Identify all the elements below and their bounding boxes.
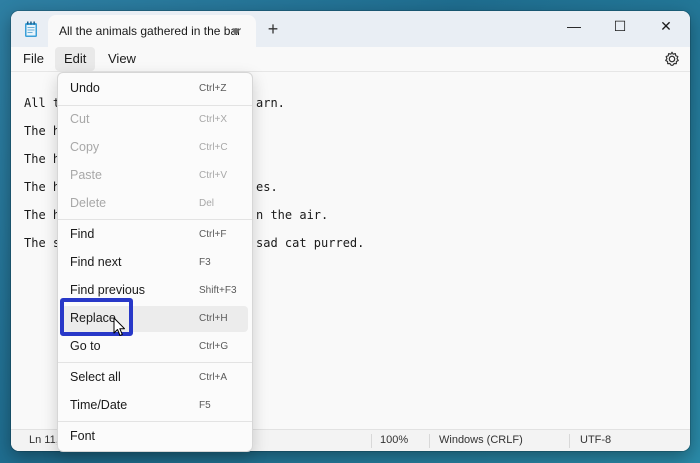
menu-item-label: Cut bbox=[70, 112, 90, 126]
text-line-1-start: All t bbox=[24, 96, 61, 110]
menu-item-shortcut: Ctrl+C bbox=[199, 142, 228, 153]
zoom-level: 100% bbox=[380, 434, 409, 446]
menu-item-shortcut: Ctrl+V bbox=[199, 170, 228, 181]
text-line-5-start: The h bbox=[24, 208, 61, 222]
menu-item-label: Find bbox=[70, 227, 95, 241]
text-line-4-end: es. bbox=[256, 180, 278, 194]
text-line-5-end: n the air. bbox=[256, 208, 329, 222]
menu-item-cut[interactable]: Cut Ctrl+X bbox=[62, 107, 248, 133]
menu-item-shortcut: Ctrl+F bbox=[199, 229, 227, 240]
menu-item-go-to[interactable]: Go to Ctrl+G bbox=[62, 334, 248, 360]
menu-item-shortcut: Ctrl+Z bbox=[199, 83, 227, 94]
menu-item-shortcut: Ctrl+A bbox=[199, 372, 228, 383]
text-line-6-start: The s bbox=[24, 236, 61, 250]
status-divider bbox=[429, 434, 430, 448]
menu-item-shortcut: Shift+F3 bbox=[199, 285, 237, 296]
text-line-4-start: The h bbox=[24, 180, 61, 194]
encoding: UTF-8 bbox=[580, 434, 612, 446]
menu-item-shortcut: Ctrl+H bbox=[199, 313, 228, 324]
menu-separator bbox=[58, 105, 252, 106]
menu-item-select-all[interactable]: Select all Ctrl+A bbox=[62, 365, 248, 391]
menu-item-label: Select all bbox=[70, 370, 121, 384]
menu-item-label: Find next bbox=[70, 255, 122, 269]
menu-item-find[interactable]: Find Ctrl+F bbox=[62, 222, 248, 248]
menu-item-label: Delete bbox=[70, 196, 107, 210]
menu-item-time-date[interactable]: Time/Date F5 bbox=[62, 393, 248, 419]
menu-item-shortcut: F5 bbox=[199, 400, 211, 411]
menu-item-label: Font bbox=[70, 429, 96, 443]
edit-menu-dropdown: Undo Ctrl+Z Cut Ctrl+X Copy Ctrl+C Paste… bbox=[57, 72, 253, 452]
status-divider bbox=[371, 434, 372, 448]
maximize-button[interactable]: ☐ bbox=[597, 11, 643, 41]
title-bar: All the animals gathered in the bar + — … bbox=[11, 11, 690, 47]
menu-view[interactable]: View bbox=[99, 47, 145, 71]
menu-item-delete[interactable]: Delete Del bbox=[62, 191, 248, 217]
menu-separator bbox=[58, 362, 252, 363]
menu-separator bbox=[58, 421, 252, 422]
menu-item-label: Time/Date bbox=[70, 398, 128, 412]
menu-item-label: Find previous bbox=[70, 283, 146, 297]
close-button[interactable]: ✕ bbox=[643, 11, 689, 41]
menu-item-find-next[interactable]: Find next F3 bbox=[62, 250, 248, 276]
menu-bar: File Edit View bbox=[11, 47, 690, 72]
menu-separator bbox=[58, 219, 252, 220]
notepad-icon bbox=[25, 21, 37, 37]
menu-item-font[interactable]: Font bbox=[62, 424, 248, 450]
text-line-3-start: The h bbox=[24, 152, 61, 166]
menu-item-undo[interactable]: Undo Ctrl+Z bbox=[62, 76, 248, 102]
document-tab[interactable]: All the animals gathered in the bar bbox=[48, 15, 256, 47]
tab-title: All the animals gathered in the bar bbox=[59, 24, 242, 38]
menu-file[interactable]: File bbox=[14, 47, 53, 71]
menu-item-shortcut: Ctrl+X bbox=[199, 114, 228, 125]
menu-item-shortcut: Ctrl+G bbox=[199, 341, 229, 352]
menu-edit[interactable]: Edit bbox=[55, 47, 96, 71]
minimize-button[interactable]: — bbox=[551, 11, 597, 41]
text-line-1-end: arn. bbox=[256, 96, 285, 110]
mouse-pointer-icon bbox=[113, 317, 125, 336]
unsaved-indicator-icon[interactable] bbox=[233, 28, 239, 34]
cursor-position: Ln 11, bbox=[29, 434, 59, 446]
line-ending: Windows (CRLF) bbox=[439, 434, 523, 446]
new-tab-button[interactable]: + bbox=[261, 17, 285, 41]
menu-item-label: Go to bbox=[70, 339, 101, 353]
menu-item-copy[interactable]: Copy Ctrl+C bbox=[62, 135, 248, 161]
text-line-2-start: The h bbox=[24, 124, 61, 138]
menu-item-label: Copy bbox=[70, 140, 100, 154]
menu-item-shortcut: F3 bbox=[199, 257, 211, 268]
menu-item-paste[interactable]: Paste Ctrl+V bbox=[62, 163, 248, 189]
settings-gear-icon[interactable] bbox=[663, 50, 681, 68]
text-line-6-end: sad cat purred. bbox=[256, 236, 365, 250]
menu-item-shortcut: Del bbox=[199, 198, 215, 209]
menu-item-label: Undo bbox=[70, 81, 100, 95]
menu-item-label: Paste bbox=[70, 168, 102, 182]
status-divider bbox=[569, 434, 570, 448]
